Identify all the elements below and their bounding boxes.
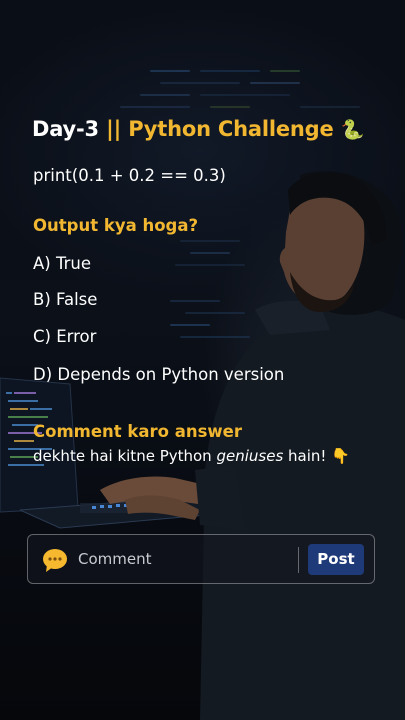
cta-text-before: dekhte hai kitne Python bbox=[33, 447, 217, 465]
post-content: Day-3 || Python Challenge 🐍 print(0.1 + … bbox=[0, 0, 405, 720]
challenge-post: Day-3 || Python Challenge 🐍 print(0.1 + … bbox=[0, 0, 405, 720]
option-c: C) Error bbox=[33, 327, 96, 346]
option-a: A) True bbox=[33, 254, 91, 273]
option-letter: B) bbox=[33, 290, 51, 309]
title-prefix: Day-3 bbox=[32, 117, 99, 141]
title-main: Python Challenge bbox=[128, 117, 334, 141]
comment-bar[interactable]: Comment Post bbox=[27, 534, 375, 584]
option-text: False bbox=[56, 290, 98, 309]
cta-text: dekhte hai kitne Python geniuses hain! 👇 bbox=[33, 447, 350, 465]
option-text: Depends on Python version bbox=[57, 365, 285, 384]
question-text: Output kya hoga? bbox=[33, 216, 199, 235]
post-button[interactable]: Post bbox=[308, 544, 364, 575]
option-d: D) Depends on Python version bbox=[33, 365, 284, 384]
cta-text-after: hain! 👇 bbox=[283, 447, 350, 465]
post-title: Day-3 || Python Challenge 🐍 bbox=[32, 117, 364, 141]
code-snippet: print(0.1 + 0.2 == 0.3) bbox=[33, 166, 226, 185]
option-letter: C) bbox=[33, 327, 51, 346]
cta-title: Comment karo answer bbox=[33, 422, 242, 441]
option-text: Error bbox=[56, 327, 97, 346]
speech-bubble-emoji-icon bbox=[43, 549, 67, 572]
option-b: B) False bbox=[33, 290, 97, 309]
title-separator: || bbox=[106, 117, 122, 141]
option-letter: D) bbox=[33, 365, 53, 384]
option-text: True bbox=[55, 254, 92, 273]
option-letter: A) bbox=[33, 254, 51, 273]
comment-input[interactable]: Comment bbox=[78, 550, 152, 568]
comment-divider bbox=[298, 547, 299, 573]
snake-emoji-icon: 🐍 bbox=[340, 119, 365, 141]
cta-text-italic: geniuses bbox=[216, 447, 284, 465]
